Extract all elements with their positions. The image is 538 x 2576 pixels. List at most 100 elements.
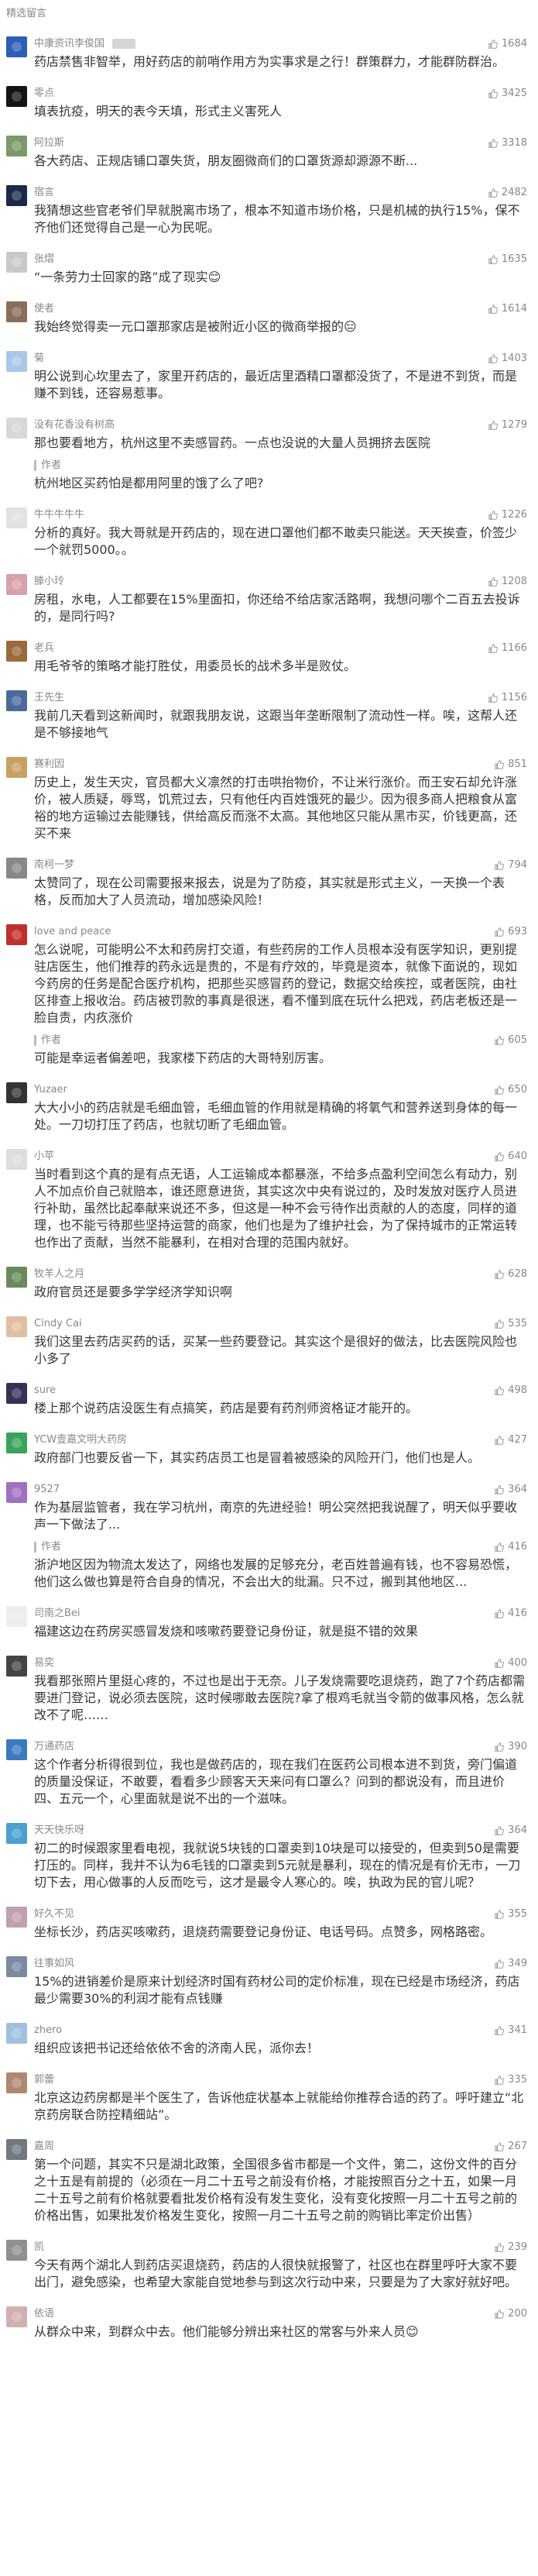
comment-item: 9527 364 作为基层监管者，我在学习杭州，南京的先进经验！明公突然把我说醒…	[0, 1474, 538, 1598]
comment-item: 零点 3425 填表抗疫，明天的表今天填，形式主义害死人	[0, 77, 538, 127]
comment-item: 牧羊人之月 628 政府官员还是要多学学经济学知识啊	[0, 1258, 538, 1308]
thumbs-up-icon	[488, 39, 499, 50]
author-reply: 作者 605 可能是幸运者偏差吧，我家楼下药店的大哥特别厉害。	[34, 1031, 527, 1067]
comment-text: 福建这边在药房买感冒发烧和咳嗽药要登记身份证，就是挺不错的效果	[34, 1624, 419, 1639]
comment-item: 老兵 1166 用毛爷爷的策略才能打胜仗，用委员长的战术多半是败仗。	[0, 632, 538, 682]
avatar	[6, 1383, 27, 1404]
like-count: 1403	[501, 353, 527, 364]
like-button[interactable]: 1614	[488, 300, 527, 318]
like-count: 349	[508, 1958, 527, 1969]
like-count: 498	[508, 1384, 527, 1396]
like-button[interactable]: 640	[494, 1147, 527, 1166]
comment-meta: 郭蕾	[34, 2071, 527, 2089]
like-button[interactable]: 427	[494, 1431, 527, 1450]
like-button[interactable]: 628	[494, 1265, 527, 1284]
like-count: 267	[508, 2141, 527, 2152]
comment-item: 小苹 640 当时看到这个真的是有点无语，人工运输成本都暴涨，不给多点盈利空间怎…	[0, 1140, 538, 1258]
like-count: 400	[508, 1657, 527, 1669]
like-button[interactable]: 364	[494, 1821, 527, 1840]
avatar	[6, 1149, 27, 1170]
like-button[interactable]: 794	[494, 856, 527, 875]
comment-item: Cindy Cai 535 我们这里去药店买药的话，买某一些药要登记。其实这个是…	[0, 1308, 538, 1374]
reply-like-button[interactable]: 416	[494, 1538, 527, 1556]
comment-text: 用毛爷爷的策略才能打胜仗，用委员长的战术多半是败仗。	[34, 659, 357, 673]
avatar	[6, 858, 27, 879]
like-button[interactable]: 3425	[488, 84, 527, 103]
like-button[interactable]: 851	[494, 755, 527, 774]
like-button[interactable]: 2482	[488, 184, 527, 202]
avatar	[6, 2023, 27, 2044]
comment-meta: 老兵	[34, 639, 527, 658]
comment-text: 怎么说呢，可能明公不太和药房打交道，有些药房的工作人员根本没有医学知识，更别提驻…	[34, 942, 518, 1025]
comment-item: 赛利因 851 历史上，发生天灾，官员都大义凛然的打击哄抬物价，不让米行涨价。而…	[0, 748, 538, 849]
author-reply-text: 可能是幸运者偏差吧，我家楼下药店的大哥特别厉害。	[34, 1051, 332, 1065]
comment-meta: 滕小玲	[34, 573, 527, 591]
like-button[interactable]: 200	[494, 2305, 527, 2323]
commenter-name: 阿拉斯	[34, 137, 65, 149]
comment-text: 大大小小的药店就是毛细血管，毛细血管的作用就是精确的将氧气和营养送到身体的每一处…	[34, 1100, 518, 1132]
commenter-name: Cindy Cai	[34, 1318, 82, 1329]
comment-meta: 张熠	[34, 250, 527, 269]
comment-meta: 9527	[34, 1481, 527, 1499]
comment-item: 万通药店 390 这个作者分析得很到位，我也是做药店的，现在我们在医药公司根本进…	[0, 1731, 538, 1814]
comment-meta: 没有花香没有树高	[34, 416, 527, 435]
like-button[interactable]: 355	[494, 1905, 527, 1924]
like-button[interactable]: 3318	[488, 134, 527, 153]
commenter-name: love and peace	[34, 926, 111, 937]
comment-item: zhero 341 组织应该把书记还给依依不舍的济南人民，派你去！	[0, 2014, 538, 2064]
reply-bar	[34, 1035, 36, 1046]
like-button[interactable]: 1279	[488, 416, 527, 435]
like-button[interactable]: 1208	[488, 573, 527, 591]
avatar	[6, 185, 27, 206]
comment-text: 组织应该把书记还给依依不舍的济南人民，派你去！	[34, 2041, 320, 2055]
comment-meta: 万通药店	[34, 1738, 527, 1756]
reply-like-button[interactable]: 605	[494, 1031, 527, 1050]
thumbs-up-icon	[488, 138, 499, 149]
avatar	[6, 418, 27, 439]
like-button[interactable]: 1684	[488, 35, 527, 53]
avatar	[6, 2072, 27, 2093]
like-button[interactable]: 390	[494, 1738, 527, 1756]
like-button[interactable]: 1226	[488, 506, 527, 524]
comment-item: 易奕 400 我看那张照片里挺心疼的，不过也是出于无奈。儿子发烧需要吃退烧药，跑…	[0, 1647, 538, 1731]
like-button[interactable]: 535	[494, 1315, 527, 1333]
like-button[interactable]: 650	[494, 1081, 527, 1099]
like-button[interactable]: 498	[494, 1381, 527, 1400]
commenter-name: 凯	[34, 2241, 45, 2253]
avatar	[6, 641, 27, 662]
author-label: 作者	[41, 1034, 62, 1046]
like-button[interactable]: 364	[494, 1481, 527, 1499]
avatar	[6, 351, 27, 372]
like-button[interactable]: 400	[494, 1654, 527, 1673]
like-count: 416	[508, 1608, 527, 1619]
like-button[interactable]: 1156	[488, 689, 527, 707]
commenter-name: 王先生	[34, 692, 65, 703]
like-button[interactable]: 341	[494, 2021, 527, 2040]
comment-item: YCW壹嘉文明大药房 427 政府部门也要反省一下，其实药店员工也是冒着被感染的…	[0, 1424, 538, 1474]
commenter-name: 零点	[34, 88, 55, 99]
like-button[interactable]: 349	[494, 1955, 527, 1973]
thumbs-up-icon	[494, 1959, 505, 1969]
thumbs-up-icon	[488, 643, 499, 654]
thumbs-up-icon	[494, 2075, 505, 2086]
commenter-name: 万通药店	[34, 1741, 75, 1752]
thumbs-up-icon	[494, 1035, 505, 1046]
comment-list: 中康资讯李俊国 1684 药店禁售非智举，用好药店的前哨作用方为实事求是之行！群…	[0, 28, 538, 2347]
like-count: 851	[508, 758, 527, 770]
like-button[interactable]: 267	[494, 2137, 527, 2156]
comment-item: 菊 1403 明公说到心坎里去了，家里开药店的，最近店里酒精口罩都没货了，不是进…	[0, 342, 538, 409]
like-button[interactable]: 1166	[488, 639, 527, 658]
like-button[interactable]: 239	[494, 2238, 527, 2257]
author-reply: 作者 416 浙沪地区因为物流太发达了，网络也发展的足够充分，老百姓普遍有钱，也…	[34, 1538, 527, 1591]
like-button[interactable]: 693	[494, 923, 527, 941]
commenter-name: 宿言	[34, 187, 55, 198]
reply-like-count: 605	[508, 1034, 527, 1046]
thumbs-up-icon	[494, 1319, 505, 1329]
like-button[interactable]: 416	[494, 1604, 527, 1623]
commenter-name: 好久不见	[34, 1908, 75, 1920]
like-button[interactable]: 1635	[488, 250, 527, 269]
comment-meta: 依语	[34, 2305, 527, 2323]
like-button[interactable]: 335	[494, 2071, 527, 2089]
avatar	[6, 1956, 27, 1977]
like-button[interactable]: 1403	[488, 349, 527, 368]
